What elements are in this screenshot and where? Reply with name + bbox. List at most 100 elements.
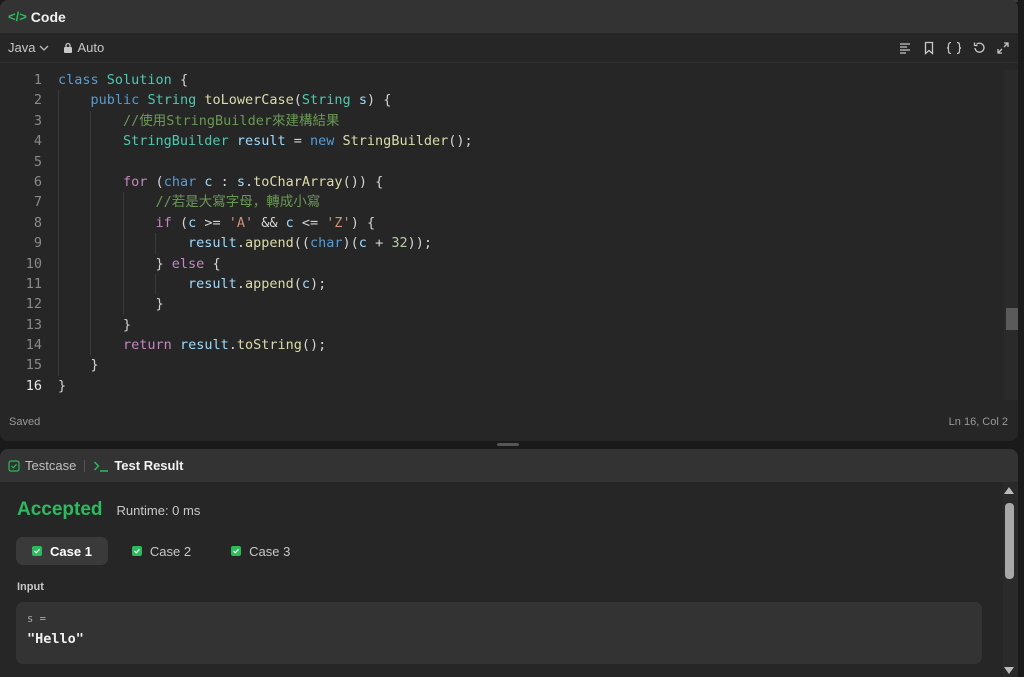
editor-scroll-thumb[interactable] <box>1006 308 1018 330</box>
code-text: //若是大寫字母，轉成小寫 <box>42 192 320 213</box>
code-line: 12 } <box>0 294 1004 315</box>
code-text: return result.toString(); <box>42 335 326 356</box>
braces-icon[interactable] <box>946 41 962 55</box>
code-toolbar: Java Auto <box>0 33 1018 63</box>
tab-divider <box>84 459 86 472</box>
code-text: public String toLowerCase(String s) { <box>42 90 391 111</box>
line-number: 4 <box>33 133 42 150</box>
format-icon[interactable] <box>898 41 912 55</box>
line-number: 12 <box>25 296 42 313</box>
cursor-position: Ln 16, Col 2 <box>948 416 1008 428</box>
mode-label: Auto <box>77 40 105 55</box>
tab-testcase[interactable]: Testcase <box>8 458 76 473</box>
case-label: Case 2 <box>149 543 192 559</box>
code-title: </> Code <box>8 9 66 25</box>
code-brackets-icon: </> <box>8 9 27 24</box>
panel-resize-handle[interactable] <box>497 443 519 446</box>
line-number: 10 <box>25 255 42 272</box>
input-value-box: s = "Hello" <box>16 602 982 664</box>
reset-icon[interactable] <box>972 41 986 55</box>
code-line: 5 <box>0 151 1004 172</box>
code-text: } <box>42 355 99 376</box>
check-icon <box>231 546 242 556</box>
code-line: 9 result.append((char)(c + 32)); <box>0 233 1004 254</box>
lock-icon <box>64 42 73 53</box>
code-line: 6 for (char c : s.toCharArray()) { <box>0 171 1004 193</box>
code-text: } <box>58 377 67 394</box>
code-line: 7 //若是大寫字母，轉成小寫 <box>0 192 1004 213</box>
line-number: 7 <box>33 194 42 211</box>
code-text: StringBuilder result = new StringBuilder… <box>42 131 473 152</box>
verdict-row: Accepted Runtime: 0 ms <box>17 499 200 521</box>
scroll-up-icon[interactable] <box>1004 487 1014 494</box>
case-tab-2[interactable]: Case 2 <box>116 537 207 565</box>
code-panel-header: </> Code <box>0 0 1018 33</box>
code-text: } <box>42 294 164 315</box>
line-number: 3 <box>33 112 42 129</box>
language-select[interactable]: Java <box>8 40 49 55</box>
case-tabs: Case 1 Case 2 Case 3 <box>16 537 306 565</box>
result-panel-header: Testcase Test Result <box>0 449 1018 482</box>
code-text: if (c >= 'A' && c <= 'Z') { <box>42 212 375 234</box>
code-line: 8 if (c >= 'A' && c <= 'Z') { <box>0 212 1004 234</box>
save-status: Saved <box>9 416 41 428</box>
code-title-label: Code <box>30 8 66 25</box>
chevron-down-icon <box>40 45 49 51</box>
code-editor[interactable]: 1 class Solution { 2 public String toLowe… <box>0 70 1004 400</box>
line-number: 9 <box>33 235 42 252</box>
editor-scrollbar[interactable] <box>1004 70 1018 400</box>
code-line: 14 return result.toString(); <box>0 335 1004 356</box>
input-variable-value: "Hello" <box>27 631 84 647</box>
code-line: 4 StringBuilder result = new StringBuild… <box>0 131 1004 152</box>
tab-test-result[interactable]: Test Result <box>93 458 183 473</box>
code-text: //使用StringBuilder來建構結果 <box>42 110 339 132</box>
code-line: 16} <box>0 376 1004 396</box>
check-icon <box>32 546 42 556</box>
line-number: 11 <box>25 275 42 292</box>
input-section-label: Input <box>17 581 44 593</box>
case-tab-1[interactable]: Case 1 <box>16 537 108 565</box>
case-label: Case 3 <box>249 543 291 559</box>
code-text: } else { <box>42 253 221 274</box>
code-text: result.append(c); <box>42 273 326 295</box>
input-variable-name: s = <box>27 613 46 625</box>
terminal-icon <box>94 461 109 472</box>
code-panel: </> Code Java Auto 1 class Solution { 2 p… <box>0 0 1018 441</box>
checkbox-icon <box>8 459 20 472</box>
line-number: 15 <box>25 357 42 374</box>
code-text: class Solution { <box>58 72 189 88</box>
line-number: 6 <box>33 173 42 190</box>
line-number: 2 <box>33 92 42 109</box>
runtime-label: Runtime: 0 ms <box>116 503 201 518</box>
line-number: 14 <box>25 337 42 354</box>
code-text: for (char c : s.toCharArray()) { <box>42 171 383 193</box>
code-line: 15 } <box>0 355 1004 376</box>
editor-status-bar: Saved Ln 16, Col 2 <box>0 416 1018 434</box>
verdict-status: Accepted <box>17 499 103 520</box>
mode-toggle[interactable]: Auto <box>63 40 104 55</box>
code-text: result.append((char)(c + 32)); <box>42 233 432 254</box>
code-line: 2 public String toLowerCase(String s) { <box>0 90 1004 111</box>
line-number: 16 <box>25 377 42 394</box>
line-number: 1 <box>33 72 42 88</box>
code-line: 11 result.append(c); <box>0 273 1004 295</box>
case-tab-3[interactable]: Case 3 <box>215 537 306 565</box>
result-panel: Testcase Test Result Accepted Runtime: 0… <box>0 449 1018 677</box>
code-text <box>42 151 91 172</box>
code-line: 10 } else { <box>0 253 1004 274</box>
line-number: 13 <box>25 316 42 333</box>
tab-testcase-label: Testcase <box>25 458 77 473</box>
expand-icon[interactable] <box>996 41 1010 55</box>
code-text: } <box>42 314 131 336</box>
case-label: Case 1 <box>50 543 92 559</box>
code-line: 1 class Solution { <box>0 70 1004 90</box>
scroll-down-icon[interactable] <box>1004 667 1014 674</box>
language-label: Java <box>8 40 36 55</box>
line-number: 5 <box>33 153 42 170</box>
bookmark-icon[interactable] <box>922 41 936 55</box>
check-icon <box>131 546 142 556</box>
code-line: 3 //使用StringBuilder來建構結果 <box>0 110 1004 132</box>
code-line: 13 } <box>0 314 1004 336</box>
line-number: 8 <box>33 214 42 231</box>
result-scroll-thumb[interactable] <box>1005 503 1014 579</box>
